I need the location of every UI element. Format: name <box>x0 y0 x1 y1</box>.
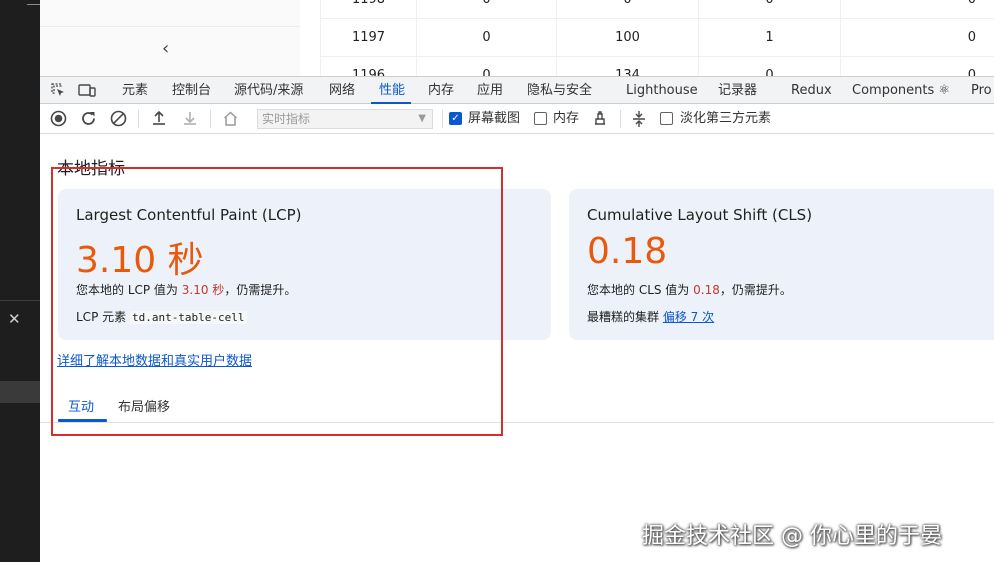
device-toolbar-icon[interactable] <box>78 82 96 100</box>
devtools-tab-bar: 元素 控制台 源代码/来源 网络 性能 内存 应用 隐私与安全 Lighthou… <box>40 76 994 104</box>
trace-select-value: 实时指标 <box>262 112 311 126</box>
home-icon[interactable] <box>221 110 239 128</box>
close-icon[interactable]: ✕ <box>8 310 21 328</box>
table-cell: 0 <box>417 57 557 76</box>
tab-redux[interactable]: Redux <box>791 77 832 104</box>
tab-memory[interactable]: 内存 <box>428 77 454 104</box>
dim-third-party-checkbox[interactable] <box>660 112 673 125</box>
table-row: 1198 0 0 0 0 <box>321 0 994 19</box>
download-icon[interactable] <box>181 110 199 128</box>
tab-elements[interactable]: 元素 <box>122 77 148 104</box>
screenshot-checkbox[interactable]: ✓ <box>449 112 462 125</box>
editor-side-strip: ✕ <box>0 0 40 562</box>
table-cell: 1 <box>699 19 841 57</box>
table-cell: 0 <box>557 0 699 19</box>
memory-checkbox[interactable] <box>534 112 547 125</box>
tab-sources[interactable]: 源代码/来源 <box>234 77 303 104</box>
tab-components[interactable]: Components ⚛ <box>852 77 950 104</box>
reload-record-icon[interactable] <box>79 110 97 128</box>
table-cell: 0 <box>699 0 841 19</box>
annotation-highlight-box <box>51 167 503 436</box>
data-table: 1198 0 0 0 0 1197 0 100 1 0 1196 0 134 0… <box>320 0 994 76</box>
divider <box>138 110 139 128</box>
tab-privacy-security[interactable]: 隐私与安全 <box>527 77 592 104</box>
divider <box>620 110 621 128</box>
table-cell: 1198 <box>321 0 417 19</box>
table-cell: 1196 <box>321 57 417 76</box>
table-cell: 100 <box>557 19 699 57</box>
cls-desc-value: 0.18 <box>693 283 720 297</box>
table-cell: 0 <box>841 19 994 57</box>
inspect-element-icon[interactable] <box>49 82 67 100</box>
page-viewport: ‹ 1198 0 0 0 0 1197 0 100 1 0 1196 0 134… <box>40 0 994 76</box>
tab-console[interactable]: 控制台 <box>172 77 211 104</box>
cls-card: Cumulative Layout Shift (CLS) 0.18 您本地的 … <box>569 189 994 340</box>
table-cell: 0 <box>417 0 557 19</box>
watermark: 掘金技术社区 @ 你心里的于晏 <box>642 524 942 549</box>
divider <box>27 4 40 5</box>
cls-desc-prefix: 您本地的 CLS 值为 <box>587 283 690 297</box>
screenshot-label: 屏幕截图 <box>468 111 521 126</box>
divider <box>210 110 211 128</box>
table-cell: 0 <box>841 0 994 19</box>
divider <box>0 300 40 301</box>
table-row: 1197 0 100 1 0 <box>321 19 994 57</box>
cls-cluster-row: 最糟糕的集群 偏移 7 次 <box>587 308 714 325</box>
upload-icon[interactable] <box>150 110 168 128</box>
selected-row <box>0 381 40 403</box>
divider <box>442 110 443 128</box>
table-cell: 1197 <box>321 19 417 57</box>
cls-description: 您本地的 CLS 值为 0.18，仍需提升。 <box>587 281 792 298</box>
table-cell: 0 <box>841 57 994 76</box>
tab-performance[interactable]: 性能 <box>379 77 405 104</box>
tab-profiler[interactable]: Pro <box>971 77 992 104</box>
cls-cluster-link[interactable]: 偏移 7 次 <box>663 310 714 324</box>
chevron-left-icon[interactable]: ‹ <box>162 38 169 59</box>
table-cell: 0 <box>417 19 557 57</box>
trace-select[interactable]: 实时指标 ▼ <box>257 109 433 129</box>
table-cell: 134 <box>557 57 699 76</box>
divider <box>40 26 300 27</box>
garbage-collect-icon[interactable] <box>591 110 609 128</box>
cls-title: Cumulative Layout Shift (CLS) <box>587 206 813 224</box>
record-icon[interactable] <box>49 110 67 128</box>
tab-recorder[interactable]: 记录器 <box>718 77 757 104</box>
cls-cluster-label: 最糟糕的集群 <box>587 310 660 324</box>
performance-toolbar: 实时指标 ▼ ✓ 屏幕截图 内存 淡化第三方元素 <box>40 104 994 134</box>
capture-settings-icon[interactable] <box>630 110 648 128</box>
memory-label: 内存 <box>553 111 580 126</box>
table-row: 1196 0 134 0 0 <box>321 57 994 76</box>
tab-network[interactable]: 网络 <box>329 77 355 104</box>
cls-value: 0.18 <box>587 231 668 272</box>
tab-application[interactable]: 应用 <box>477 77 503 104</box>
cls-desc-suffix: ，仍需提升。 <box>719 283 792 297</box>
page-left-column: ‹ <box>40 0 300 76</box>
dropdown-arrow-icon: ▼ <box>418 113 426 124</box>
clear-icon[interactable] <box>109 110 127 128</box>
dim-third-party-label: 淡化第三方元素 <box>680 111 772 126</box>
tab-lighthouse[interactable]: Lighthouse <box>626 77 698 104</box>
table-cell: 0 <box>699 57 841 76</box>
